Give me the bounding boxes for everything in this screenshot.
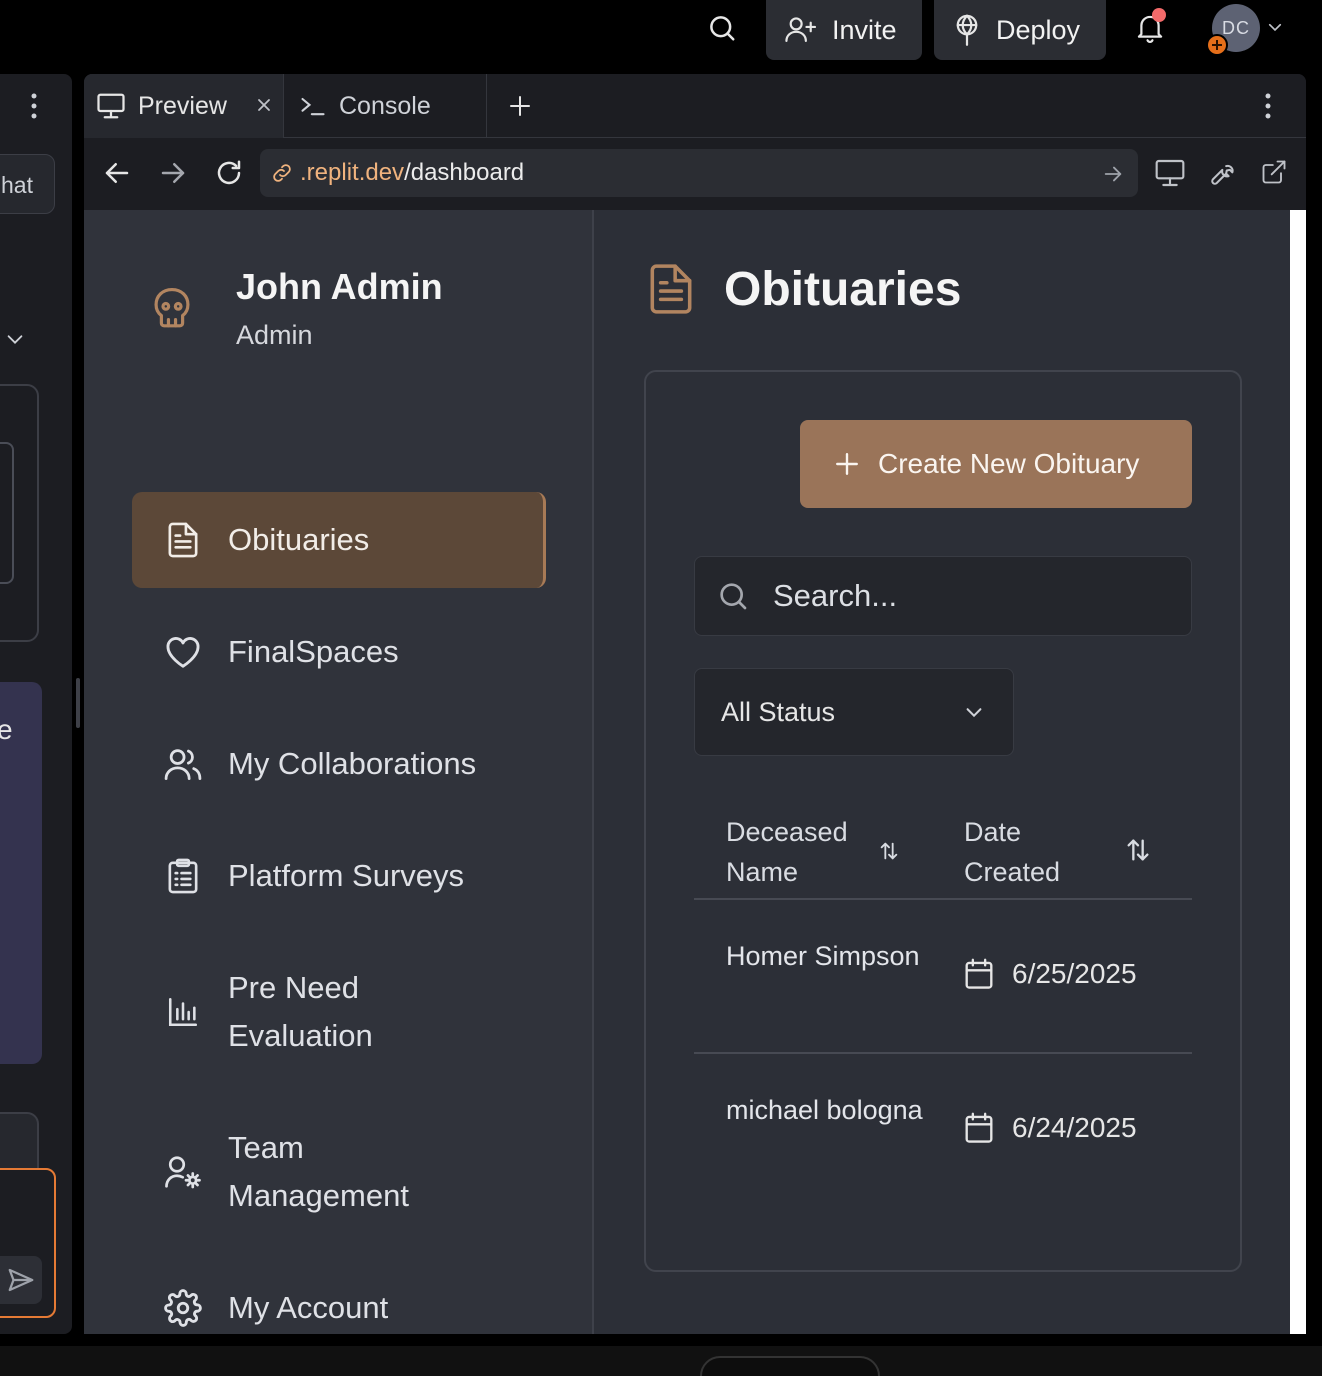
terminal-icon	[299, 94, 327, 118]
tab-label: Console	[339, 91, 431, 120]
sidebar-item-platform-surveys[interactable]: Platform Surveys	[132, 852, 546, 900]
table-row-date: 6/24/2025	[964, 1112, 1137, 1144]
plus-icon	[834, 451, 860, 477]
sidebar-item-label: Pre Need Evaluation	[228, 970, 373, 1053]
search-input[interactable]	[773, 578, 1153, 614]
page-title: Obituaries	[724, 263, 962, 316]
date-value: 6/25/2025	[1012, 958, 1137, 989]
search-field[interactable]	[694, 556, 1192, 636]
user-name: John Admin	[236, 266, 443, 307]
table-divider	[694, 898, 1192, 900]
table-divider	[694, 1052, 1192, 1054]
file-text-icon	[648, 262, 694, 316]
plan-badge-icon	[1206, 34, 1228, 56]
scrollbar[interactable]	[1290, 210, 1306, 1334]
obituaries-card: Create New Obituary All Status Deceased …	[644, 370, 1242, 1272]
notification-dot	[1152, 8, 1166, 22]
create-button-label: Create New Obituary	[878, 448, 1140, 479]
app-viewport: John Admin Admin Obituaries FinalSpaces …	[84, 210, 1290, 1334]
deploy-icon	[952, 14, 982, 46]
sidebar-item-obituaries[interactable]: Obituaries	[132, 492, 546, 588]
sidebar-item-my-collaborations[interactable]: My Collaborations	[132, 740, 546, 788]
chat-card-inner	[0, 442, 14, 584]
kebab-menu-icon[interactable]	[30, 92, 38, 120]
column-header-deceased-name[interactable]: Deceased Name	[726, 812, 866, 892]
close-icon[interactable]	[254, 95, 274, 115]
url-bar: .replit.dev/dashboard	[84, 138, 1306, 210]
skull-icon	[150, 286, 194, 332]
sort-icon[interactable]	[1124, 836, 1152, 864]
link-icon	[270, 161, 294, 185]
invite-button[interactable]: Invite	[766, 0, 922, 60]
external-link-icon[interactable]	[1260, 158, 1288, 186]
clipboard-list-icon	[160, 857, 206, 895]
tab-console[interactable]: Console	[285, 74, 487, 138]
sidebar-item-pre-need-evaluation[interactable]: Pre Need Evaluation	[132, 964, 432, 1060]
sidebar-item-finalspaces[interactable]: FinalSpaces	[132, 628, 546, 676]
chat-button[interactable]: hat	[0, 154, 55, 214]
status-filter-select[interactable]: All Status	[694, 668, 1014, 756]
chevron-down-icon	[963, 701, 985, 723]
preview-pane: Preview Console .replit.dev /dashboard J…	[84, 74, 1306, 1334]
url-field[interactable]: .replit.dev/dashboard	[260, 149, 1138, 197]
url-domain: .replit.dev	[300, 159, 405, 186]
sidebar-item-label: Obituaries	[228, 522, 370, 557]
invite-label: Invite	[832, 14, 897, 45]
search-icon	[717, 580, 749, 612]
table-row-date: 6/25/2025	[964, 958, 1137, 990]
main-content: Obituaries Create New Obituary All Statu…	[596, 210, 1290, 1334]
calendar-icon	[964, 958, 994, 990]
tab-bar: Preview Console	[84, 74, 1306, 138]
forward-arrow-icon[interactable]	[158, 158, 188, 188]
back-arrow-icon[interactable]	[102, 158, 132, 188]
monitor-icon[interactable]	[1154, 158, 1186, 188]
chat-message: e	[0, 682, 42, 1064]
table-row-name[interactable]: Homer Simpson	[726, 936, 926, 976]
monitor-icon	[96, 92, 126, 120]
tab-label: Preview	[138, 91, 227, 120]
top-bar: Invite Deploy DC	[0, 0, 1322, 60]
sidebar-item-label: Team Management	[228, 1130, 409, 1213]
refresh-icon[interactable]	[214, 158, 244, 188]
taskbar	[0, 1346, 1322, 1376]
plus-icon[interactable]	[508, 94, 532, 118]
chat-pane: hat e	[0, 74, 72, 1334]
chevron-down-icon[interactable]	[1266, 18, 1284, 36]
user-plus-icon	[784, 15, 818, 45]
chevron-down-icon[interactable]	[4, 328, 26, 350]
status-filter-value: All Status	[721, 696, 836, 727]
column-header-date-created[interactable]: Date Created	[964, 812, 1084, 892]
send-icon[interactable]	[0, 1256, 42, 1304]
notifications-bell-icon[interactable]	[1130, 8, 1170, 48]
calendar-icon	[964, 1112, 994, 1144]
search-icon[interactable]	[702, 8, 742, 48]
create-obituary-button[interactable]: Create New Obituary	[800, 420, 1192, 508]
sidebar-item-label: FinalSpaces	[228, 634, 399, 669]
heart-icon	[160, 634, 206, 670]
settings-icon	[160, 1289, 206, 1327]
taskbar-item	[700, 1356, 880, 1376]
sidebar-item-label: My Collaborations	[228, 746, 477, 781]
sidebar-item-team-management[interactable]: Team Management	[132, 1124, 452, 1220]
table-row-name[interactable]: michael bologna	[726, 1090, 926, 1130]
date-value: 6/24/2025	[1012, 1112, 1137, 1143]
deploy-button[interactable]: Deploy	[934, 0, 1106, 60]
users-icon	[160, 746, 206, 782]
sort-icon[interactable]	[878, 840, 900, 862]
kebab-menu-icon[interactable]	[1264, 92, 1272, 120]
url-path: /dashboard	[404, 159, 525, 186]
sidebar-item-label: My Account	[228, 1290, 389, 1325]
bar-chart-icon	[160, 995, 206, 1029]
sidebar-item-label: Platform Surveys	[228, 858, 465, 893]
sidebar: John Admin Admin Obituaries FinalSpaces …	[84, 210, 594, 1334]
sidebar-item-my-account[interactable]: My Account	[132, 1284, 546, 1332]
wrench-icon[interactable]	[1208, 158, 1238, 188]
deploy-label: Deploy	[996, 14, 1081, 45]
go-arrow-icon[interactable]	[1102, 163, 1124, 185]
file-text-icon	[160, 521, 206, 559]
user-cog-icon	[160, 1154, 206, 1190]
pane-resize-handle[interactable]	[76, 678, 80, 728]
user-role: Admin	[236, 320, 313, 350]
